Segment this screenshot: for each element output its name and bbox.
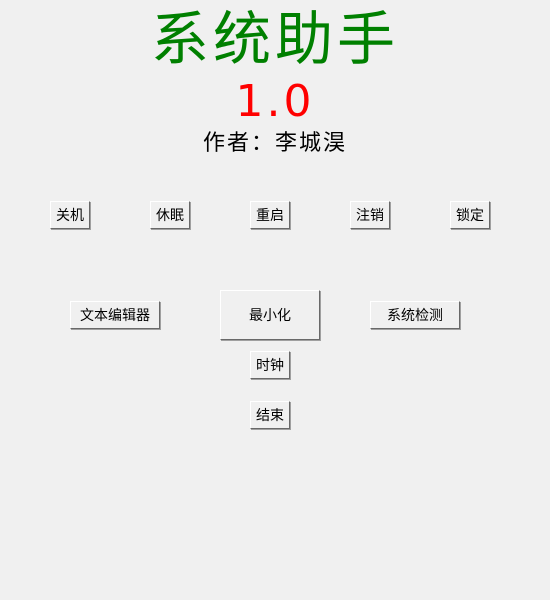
app-version: 1.0	[235, 76, 315, 127]
minimize-button[interactable]: 最小化	[220, 290, 320, 340]
logoff-button[interactable]: 注销	[350, 201, 390, 229]
exit-button[interactable]: 结束	[250, 401, 290, 429]
author-label: 作者：李城淏	[202, 131, 347, 156]
system-check-button[interactable]: 系统检测	[370, 301, 460, 329]
clock-button[interactable]: 时钟	[250, 351, 290, 379]
shutdown-button[interactable]: 关机	[50, 201, 90, 229]
restart-button[interactable]: 重启	[250, 201, 290, 229]
sleep-button[interactable]: 休眠	[150, 201, 190, 229]
lock-button[interactable]: 锁定	[450, 201, 490, 229]
text-editor-button[interactable]: 文本编辑器	[70, 301, 160, 329]
app-title: 系统助手	[150, 5, 399, 73]
